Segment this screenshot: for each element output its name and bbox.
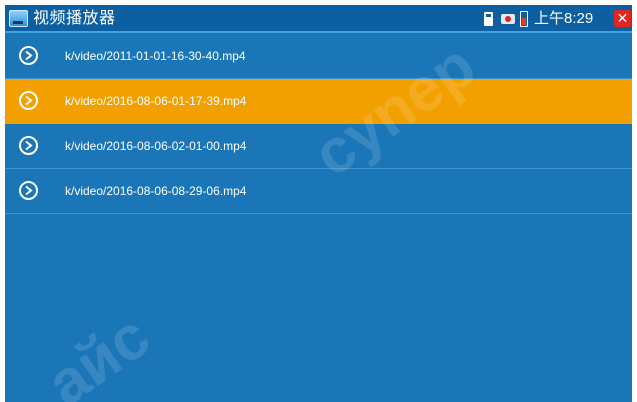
file-name: k/video/2016-08-06-02-01-00.mp4 <box>65 139 247 153</box>
play-arrow-icon <box>19 91 38 110</box>
file-name: k/video/2011-01-01-16-30-40.mp4 <box>65 49 246 63</box>
file-row[interactable]: k/video/2011-01-01-16-30-40.mp4 <box>5 34 632 79</box>
file-list: k/video/2011-01-01-16-30-40.mp4 k/video/… <box>5 34 632 214</box>
video-player-icon <box>9 10 28 27</box>
file-name: k/video/2016-08-06-01-17-39.mp4 <box>65 94 247 108</box>
sd-card-icon <box>484 12 493 26</box>
watermark: айс <box>34 301 163 402</box>
file-row[interactable]: k/video/2016-08-06-02-01-00.mp4 <box>5 124 632 169</box>
file-row-selected[interactable]: k/video/2016-08-06-01-17-39.mp4 <box>5 79 632 124</box>
file-name: k/video/2016-08-06-08-29-06.mp4 <box>65 184 247 198</box>
clock: 上午8:29 <box>534 10 594 27</box>
title-bar: 视频播放器 上午8:29 ✕ <box>5 5 632 33</box>
window-title: 视频播放器 <box>33 10 116 27</box>
play-arrow-icon <box>19 136 38 155</box>
battery-icon <box>520 11 528 27</box>
video-player-screen: 视频播放器 上午8:29 ✕ k/video/2011-01-01-16-30-… <box>5 5 632 402</box>
play-arrow-icon <box>19 46 38 65</box>
network-icon <box>501 14 515 24</box>
play-arrow-icon <box>19 181 38 200</box>
file-row[interactable]: k/video/2016-08-06-08-29-06.mp4 <box>5 169 632 214</box>
close-button[interactable]: ✕ <box>614 10 631 27</box>
